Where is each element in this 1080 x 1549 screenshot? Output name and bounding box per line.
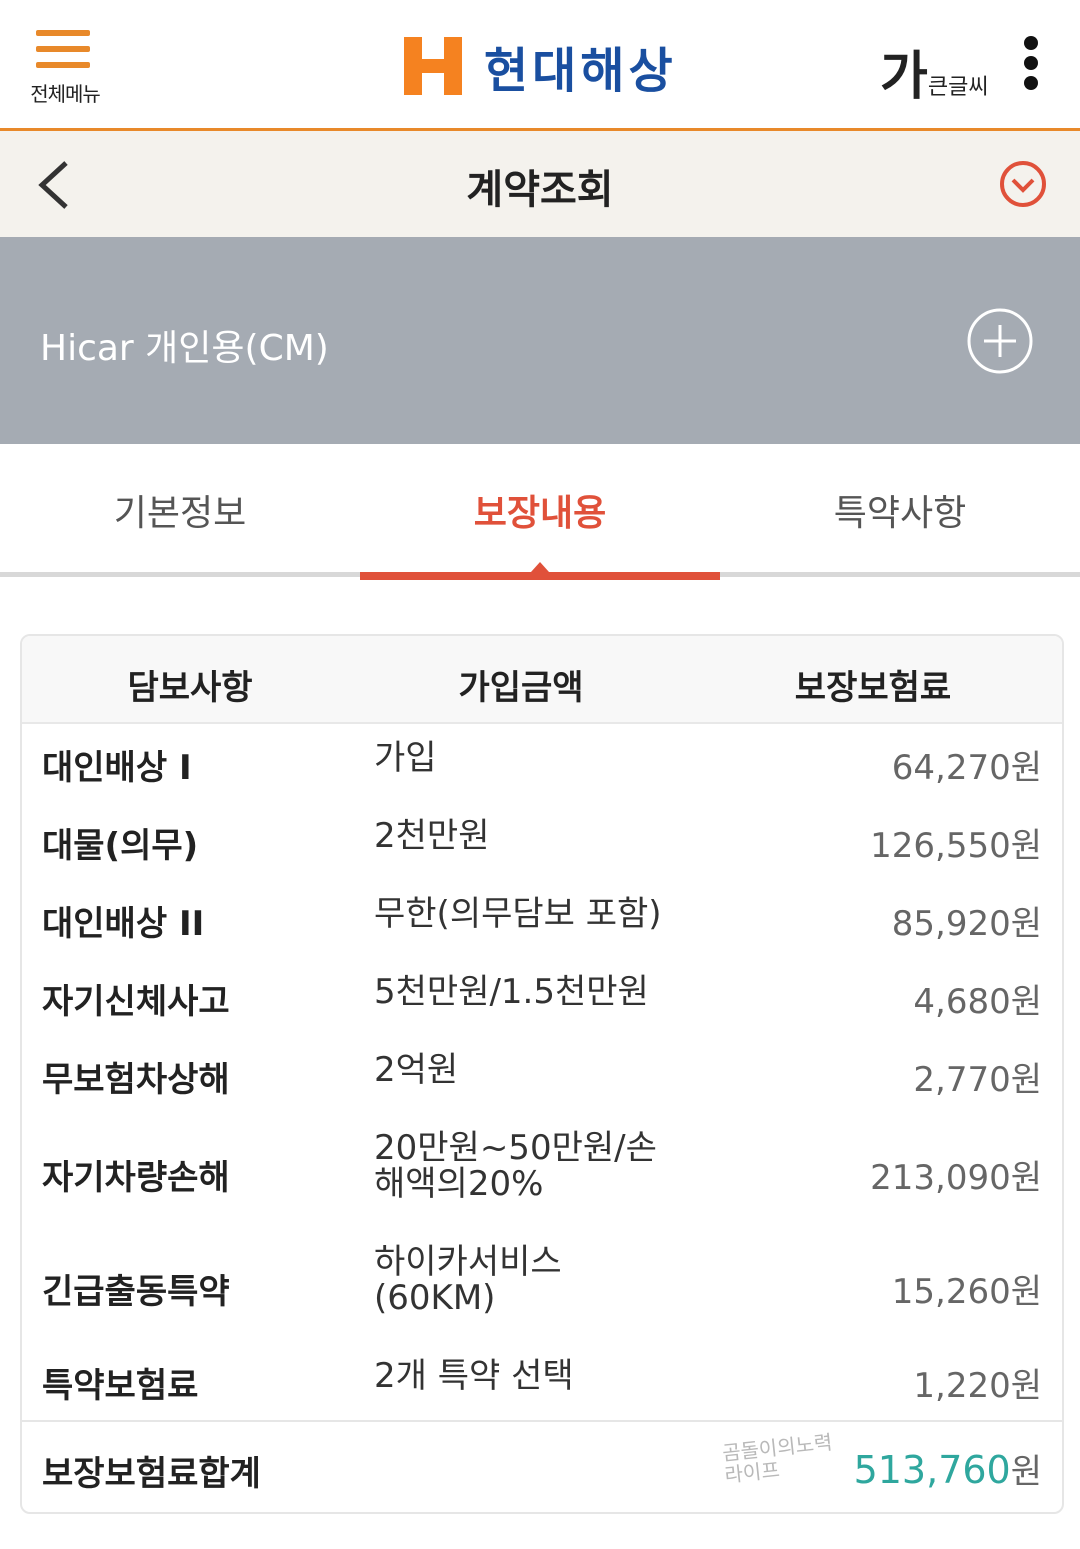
hyundai-marine-logo[interactable]: 현대해상 bbox=[404, 36, 677, 99]
coverage-amount: 2개 특약 선택 bbox=[374, 1356, 574, 1396]
tab-coverage[interactable]: 보장내용 bbox=[360, 484, 720, 536]
tab-special-terms[interactable]: 특약사항 bbox=[720, 484, 1080, 536]
h-logo-icon bbox=[404, 37, 462, 95]
coverage-premium: 213,090원 bbox=[870, 1158, 1042, 1198]
coverage-amount: 2억원 bbox=[374, 1050, 459, 1090]
tab-bar: 기본정보 보장내용 특약사항 bbox=[0, 444, 1080, 580]
coverage-name: 특약보험료 bbox=[42, 1366, 199, 1406]
total-premium-unit: 원 bbox=[1010, 1452, 1042, 1492]
blog-watermark: 곰돌이의노력라이프 bbox=[721, 1429, 834, 1488]
expand-product-button[interactable] bbox=[966, 307, 1034, 375]
hamburger-icon bbox=[36, 30, 90, 70]
coverage-amount: 5천만원/1.5천만원 bbox=[374, 972, 649, 1012]
plus-circle-icon bbox=[967, 308, 1033, 374]
large-font-button[interactable]: 가큰글씨 bbox=[880, 34, 989, 107]
page-title: 계약조회 bbox=[466, 167, 614, 213]
more-options-icon[interactable] bbox=[1018, 34, 1046, 94]
total-row: 보장보험료합계 곰돌이의노력라이프 513,760원 bbox=[22, 1420, 1062, 1512]
logo-text: 현대해상 bbox=[484, 43, 677, 99]
active-tab-indicator bbox=[360, 572, 720, 580]
coverage-premium: 64,270원 bbox=[891, 748, 1042, 788]
coverage-amount: 20만원~50만원/손해액의20% bbox=[374, 1128, 657, 1204]
coverage-premium: 15,260원 bbox=[891, 1272, 1042, 1312]
total-premium-amount: 513,760 bbox=[853, 1448, 1011, 1492]
product-banner: Hicar 개인용(CM) bbox=[0, 237, 1080, 444]
column-header-premium: 보장보험료 bbox=[794, 668, 952, 708]
full-menu-label: 전체메뉴 bbox=[30, 82, 101, 106]
coverage-name: 대인배상 I bbox=[42, 748, 192, 788]
column-header-coverage: 담보사항 bbox=[127, 668, 253, 708]
total-premium: 513,760원 bbox=[854, 1444, 1042, 1493]
active-tab-caret-icon bbox=[531, 562, 549, 572]
coverage-amount: 무한(의무담보 포함) bbox=[374, 894, 662, 934]
coverage-premium: 2,770원 bbox=[913, 1060, 1042, 1100]
table-header: 담보사항 가입금액 보장보험료 bbox=[22, 636, 1062, 724]
coverage-name: 자기신체사고 bbox=[42, 982, 230, 1022]
coverage-name: 긴급출동특약 bbox=[42, 1272, 230, 1312]
coverage-amount: 2천만원 bbox=[374, 816, 490, 856]
total-label: 보장보험료합계 bbox=[42, 1454, 261, 1494]
coverage-premium: 1,220원 bbox=[913, 1366, 1042, 1406]
large-font-glyph: 가 bbox=[880, 47, 928, 107]
coverage-amount: 가입 bbox=[374, 738, 437, 778]
full-menu-button[interactable]: 전체메뉴 bbox=[20, 24, 110, 114]
coverage-premium: 4,680원 bbox=[913, 982, 1042, 1022]
app-header: 전체메뉴 현대해상 가큰글씨 bbox=[0, 0, 1080, 131]
coverage-name: 자기차량손해 bbox=[42, 1158, 230, 1198]
coverage-name: 무보험차상해 bbox=[42, 1060, 230, 1100]
chevron-down-circle-icon bbox=[1000, 161, 1046, 207]
coverage-table: 담보사항 가입금액 보장보험료 대인배상 I 가입 64,270원 대물(의무)… bbox=[20, 634, 1064, 1514]
coverage-name: 대인배상 II bbox=[42, 904, 205, 944]
coverage-name: 대물(의무) bbox=[42, 826, 199, 866]
coverage-premium: 85,920원 bbox=[891, 904, 1042, 944]
page-header: 계약조회 bbox=[0, 131, 1080, 237]
product-name: Hicar 개인용(CM) bbox=[40, 328, 329, 369]
large-font-label: 큰글씨 bbox=[927, 75, 989, 100]
coverage-amount: 하이카서비스(60KM) bbox=[374, 1242, 562, 1318]
coverage-premium: 126,550원 bbox=[870, 826, 1042, 866]
tab-basic-info[interactable]: 기본정보 bbox=[0, 484, 360, 536]
page-dropdown-button[interactable] bbox=[998, 159, 1048, 209]
column-header-amount: 가입금액 bbox=[458, 668, 584, 708]
